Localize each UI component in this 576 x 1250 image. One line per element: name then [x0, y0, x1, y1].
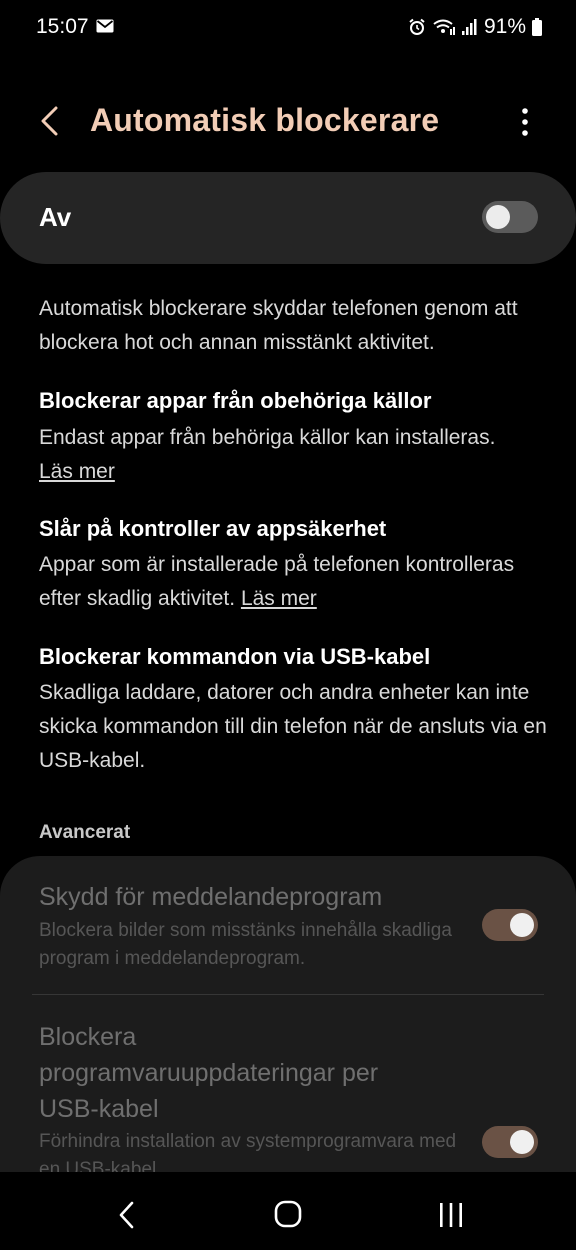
battery-icon — [532, 18, 542, 36]
switch-knob — [510, 913, 534, 937]
master-toggle-label: Av — [39, 202, 72, 232]
more-vertical-icon[interactable] — [512, 104, 538, 140]
nav-back-icon[interactable] — [116, 1200, 138, 1230]
section-title-app-security: Slår på kontroller av appsäkerhet — [39, 516, 387, 541]
alarm-icon — [409, 18, 425, 35]
app-header: Automatisk blockerare — [0, 90, 576, 152]
master-toggle-switch[interactable] — [482, 201, 538, 233]
adv-item-subtitle-messaging: Blockera bilder som misstänks innehålla … — [39, 920, 452, 969]
status-bar: 15:07 91% — [0, 0, 576, 56]
switch-knob — [486, 205, 510, 229]
chevron-left-icon[interactable] — [32, 102, 68, 140]
page-title: Automatisk blockerare — [90, 102, 440, 138]
intro-text: Automatisk blockerare skyddar telefonen … — [39, 297, 518, 354]
switch-knob — [510, 1130, 534, 1154]
messaging-protection-switch[interactable] — [482, 909, 538, 941]
usb-updates-switch[interactable] — [482, 1126, 538, 1158]
section-desc-usb-commands: Skadliga laddare, datorer och andra enhe… — [39, 681, 547, 772]
section-text: Endast appar från behöriga källor kan in… — [39, 426, 496, 449]
section-desc-unauthorized-sources: Endast appar från behöriga källor kan in… — [39, 421, 549, 489]
section-title-unauthorized-sources: Blockerar appar från obehöriga källor — [39, 388, 432, 413]
system-nav-bar — [0, 1172, 576, 1250]
mail-icon — [96, 19, 114, 33]
read-more-link[interactable]: Läs mer — [39, 460, 115, 483]
read-more-link[interactable]: Läs mer — [241, 587, 317, 610]
status-icons: 91% — [408, 15, 542, 39]
divider — [32, 994, 544, 995]
advanced-header: Avancerat — [39, 822, 131, 843]
wifi-call-icon — [433, 19, 455, 35]
signal-icon — [461, 19, 477, 35]
adv-item-title-messaging[interactable]: Skydd för meddelandeprogram — [39, 879, 439, 915]
section-title-usb-commands: Blockerar kommandon via USB-kabel — [39, 644, 431, 669]
section-desc-app-security: Appar som är installerade på telefonen k… — [39, 548, 549, 616]
battery-percent: 91% — [483, 15, 526, 38]
nav-recent-apps-icon[interactable] — [438, 1202, 464, 1228]
nav-home-icon[interactable] — [274, 1200, 302, 1228]
adv-item-title-usb-updates[interactable]: Blockera programvaruuppdateringar per US… — [39, 1019, 439, 1127]
status-time: 15:07 — [36, 15, 89, 38]
